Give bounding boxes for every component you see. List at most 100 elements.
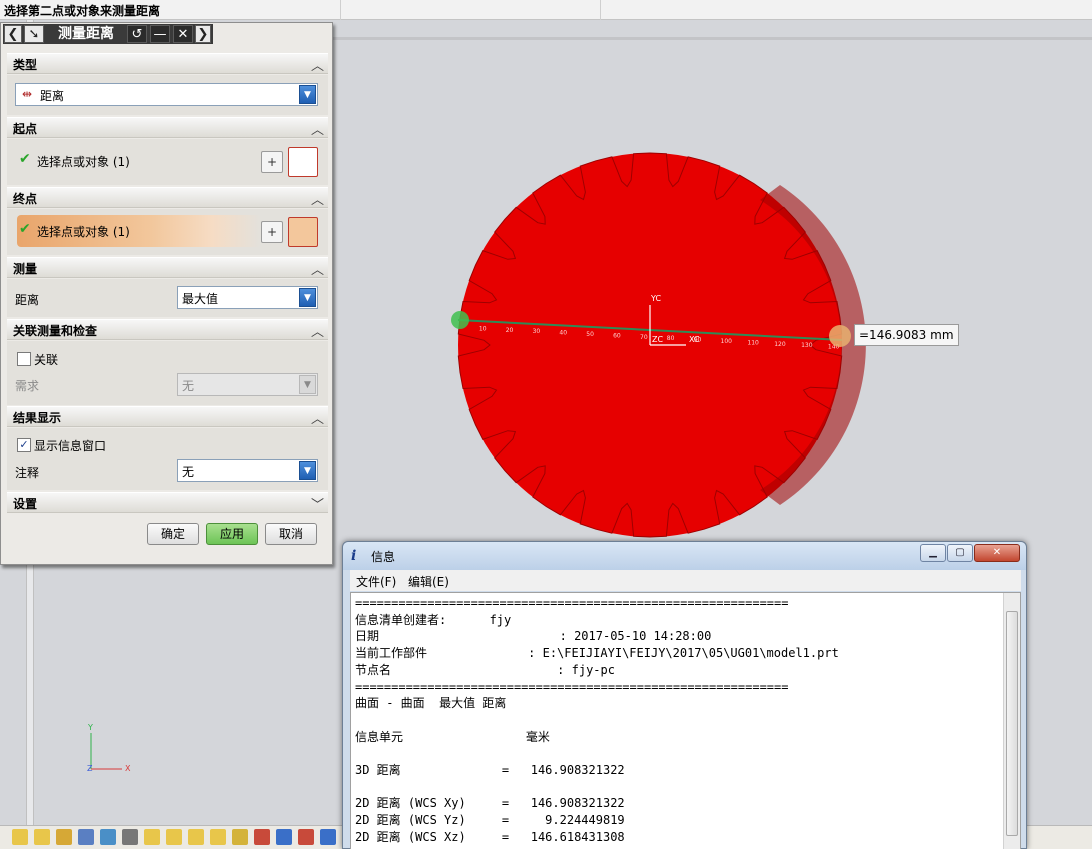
menu-edit[interactable]: 编辑(E) — [408, 573, 449, 590]
distance-mode-select[interactable]: 最大值 ▼ — [177, 286, 318, 309]
info-line — [355, 745, 839, 762]
end-point-selector[interactable]: ✔ 选择点或对象 (1) — [17, 215, 261, 247]
show-info-checkbox[interactable]: ✓ — [17, 438, 31, 452]
ruler-tick-label: 70 — [640, 334, 648, 341]
section-result-body: ✓ 显示信息窗口 注释 无 ▼ — [7, 428, 328, 490]
toolbar-tool-icon[interactable] — [188, 829, 204, 845]
maximize-icon[interactable]: ▢ — [947, 544, 973, 562]
expand-arrow-icon[interactable]: ❯ — [195, 25, 211, 43]
annotation-value: 无 — [182, 465, 195, 479]
requirement-label: 需求 — [15, 379, 40, 393]
chevron-up-icon[interactable]: ︿ — [311, 321, 324, 340]
type-select-value: 距离 — [40, 89, 65, 103]
info-titlebar[interactable]: i 信息 ▁ ▢ ✕ — [343, 542, 1026, 570]
prompt-bar: 选择第二点或对象来测量距离 — [0, 0, 1092, 20]
chevron-down-icon[interactable]: ▼ — [299, 85, 316, 104]
info-line: 当前工作部件 : E:\FEIJIAYI\FEIJY\2017\05\UG01\… — [355, 646, 839, 661]
close-icon[interactable]: ✕ — [173, 25, 193, 43]
toolbar-tool-icon[interactable] — [56, 829, 72, 845]
toolbar-tool-icon[interactable] — [78, 829, 94, 845]
section-start-body: ✔ 选择点或对象 (1) + — [7, 139, 328, 185]
chevron-up-icon[interactable]: ︿ — [311, 55, 324, 74]
collapse-arrow-icon[interactable]: ❮ — [4, 25, 22, 43]
toolbar-tool-icon[interactable] — [122, 829, 138, 845]
info-line: 信息清单创建者: fjy — [355, 612, 512, 627]
info-line: 2D 距离 (WCS Xz) = 146.618431308 — [355, 829, 625, 844]
section-assoc-header[interactable]: 关联测量和检查 ︿ — [7, 319, 328, 340]
section-end-body: ✔ 选择点或对象 (1) + — [7, 209, 328, 255]
info-line — [355, 712, 839, 729]
ruler-tick-label: 80 — [667, 335, 675, 342]
info-line: 曲面 - 曲面 最大值 距离 — [355, 696, 507, 711]
triad-z-label: Z — [87, 764, 93, 773]
close-icon[interactable]: ✕ — [974, 544, 1020, 562]
toolbar-tool-icon[interactable] — [144, 829, 160, 845]
distance-field-label: 距离 — [15, 293, 40, 307]
section-assoc-body: 关联 需求 无 ▼ — [7, 341, 328, 405]
minimize-icon[interactable]: — — [150, 25, 170, 43]
toolbar-tool-icon[interactable] — [100, 829, 116, 845]
toolbar-tool-icon[interactable] — [166, 829, 182, 845]
toolbar-tool-icon[interactable] — [276, 829, 292, 845]
section-measure-label: 测量 — [13, 262, 38, 276]
prompt-text: 选择第二点或对象来测量距离 — [4, 4, 161, 18]
ok-button[interactable]: 确定 — [147, 523, 199, 545]
point-snap-button[interactable] — [288, 217, 318, 247]
reset-icon[interactable]: ↺ — [127, 25, 147, 43]
info-window: i 信息 ▁ ▢ ✕ 文件(F) 编辑(E) =================… — [342, 541, 1027, 849]
ruler-tick-label: 30 — [533, 328, 541, 335]
cancel-button[interactable]: 取消 — [265, 523, 317, 545]
section-measure-body: 距离 最大值 ▼ — [7, 279, 328, 317]
chevron-up-icon[interactable]: ︿ — [311, 119, 324, 138]
section-type-header[interactable]: 类型 ︿ — [7, 53, 328, 74]
point-dialog-button[interactable]: + — [261, 151, 283, 173]
section-type-body: ⇹ 距离 ▼ — [7, 75, 328, 115]
section-start-label: 起点 — [13, 122, 38, 136]
toolbar-tool-icon[interactable] — [210, 829, 226, 845]
scrollbar-thumb[interactable] — [1006, 611, 1018, 836]
section-settings-header[interactable]: 设置 ﹀ — [7, 492, 328, 513]
info-line: 节点名 : fjy-pc — [355, 662, 615, 677]
requirement-value: 无 — [182, 379, 195, 393]
distance-mode-value: 最大值 — [182, 292, 219, 306]
info-line: 2D 距离 (WCS Xy) = 146.908321322 — [355, 796, 625, 811]
chevron-up-icon[interactable]: ︿ — [311, 259, 324, 278]
info-line: ========================================… — [355, 596, 789, 610]
section-result-header[interactable]: 结果显示 ︿ — [7, 406, 328, 427]
menu-file[interactable]: 文件(F) — [356, 573, 396, 590]
chevron-down-icon[interactable]: ▼ — [299, 288, 316, 307]
toolbar-tool-icon[interactable] — [320, 829, 336, 845]
section-result-label: 结果显示 — [13, 411, 62, 425]
measure-distance-dialog: ❮ ➘ 测量距离 ↺ — ✕ ❯ 类型 ︿ ⇹ 距离 ▼ 起点 ︿ ✔ 选择点或… — [0, 22, 333, 565]
annotation-select[interactable]: 无 ▼ — [177, 459, 318, 482]
toolbar-tool-icon[interactable] — [254, 829, 270, 845]
chevron-up-icon[interactable]: ︿ — [311, 408, 324, 427]
point-snap-button[interactable] — [288, 147, 318, 177]
minimize-icon[interactable]: ▁ — [920, 544, 946, 562]
toolbar-tool-icon[interactable] — [12, 829, 28, 845]
assoc-checkbox[interactable] — [17, 352, 31, 366]
ruler-tick-label: 100 — [721, 338, 733, 345]
ruler-tick-label: 120 — [774, 341, 786, 348]
toolbar-tool-icon[interactable] — [298, 829, 314, 845]
start-point-selector[interactable]: ✔ 选择点或对象 (1) — [17, 145, 261, 177]
point-dialog-button[interactable]: + — [261, 221, 283, 243]
info-title: 信息 — [371, 550, 396, 564]
type-select[interactable]: ⇹ 距离 ▼ — [15, 83, 318, 106]
chevron-down-icon[interactable]: ▼ — [299, 461, 316, 480]
wcs-xc-label: XC — [689, 335, 700, 344]
toolbar-tool-icon[interactable] — [232, 829, 248, 845]
info-text-area[interactable]: ========================================… — [350, 592, 1021, 849]
end-point-marker — [829, 325, 851, 347]
toolbar-tool-icon[interactable] — [34, 829, 50, 845]
section-measure-header[interactable]: 测量 ︿ — [7, 257, 328, 278]
info-scrollbar[interactable] — [1003, 593, 1020, 849]
info-line: 信息单元 毫米 — [355, 729, 550, 744]
section-start-header[interactable]: 起点 ︿ — [7, 117, 328, 138]
wcs-zc-label: ZC — [652, 335, 663, 344]
dialog-title: 测量距离 — [58, 26, 114, 42]
section-end-header[interactable]: 终点 ︿ — [7, 187, 328, 208]
chevron-up-icon[interactable]: ︿ — [311, 189, 324, 208]
chevron-down-icon[interactable]: ﹀ — [311, 494, 324, 513]
apply-button[interactable]: 应用 — [206, 523, 258, 545]
